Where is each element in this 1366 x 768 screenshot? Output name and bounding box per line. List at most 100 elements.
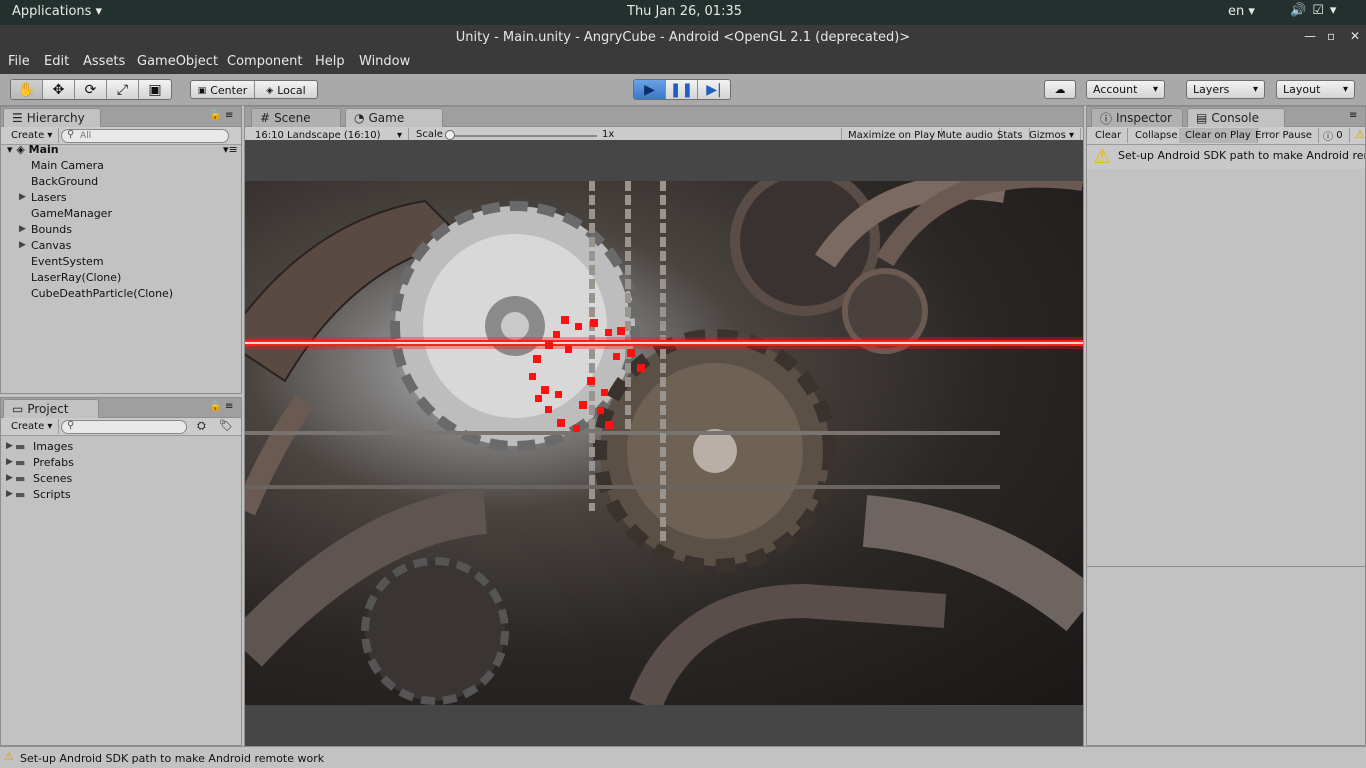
project-folder[interactable]: Prefabs [33,456,74,469]
account-dropdown[interactable]: Account [1086,80,1165,99]
info-count: 0 [1336,130,1343,141]
project-search-input[interactable] [61,420,187,434]
lock-icon[interactable]: 🔒 [209,110,221,121]
rect-tool-icon[interactable]: ▣ [139,80,171,99]
expand-arrow-icon[interactable]: ▶ [19,240,26,250]
scale-slider-handle[interactable] [445,130,455,140]
panel-menu-icon[interactable]: ≡ [225,401,233,412]
expand-arrow-icon[interactable]: ▶ [19,224,26,234]
pause-icon[interactable]: ❚❚ [666,80,698,99]
clear-button[interactable]: Clear [1089,128,1129,143]
chevron-down-icon[interactable]: ▾ [1330,3,1343,18]
hierarchy-item[interactable]: Bounds [31,223,72,236]
center-label: Center [210,84,248,97]
create-label: Create [11,130,45,141]
folder-icon: ▭ [12,402,24,416]
menu-window[interactable]: Window [359,54,410,69]
menu-help[interactable]: Help [315,54,345,69]
move-tool-icon[interactable]: ✥ [43,80,75,99]
console-panel: ⓘ Inspector ▤ Console ≡ Clear Collapse Cle… [1086,106,1366,746]
checkbox-icon[interactable]: ☑ [1312,3,1330,18]
expand-arrow-icon[interactable]: ▶ [6,457,13,467]
game-render[interactable] [245,181,1083,705]
clock[interactable]: Thu Jan 26, 01:35 [627,4,742,19]
status-warning-icon: ⚠ [4,750,14,763]
panel-menu-icon[interactable]: ≡ [225,110,233,121]
hierarchy-panel: ☰Hierarchy 🔒 ≡ Create ▾ All ▾ ◈ Main▾≡ M… [0,106,242,394]
project-tab-label: Project [27,402,69,416]
status-bar[interactable]: ⚠ Set-up Android SDK path to make Androi… [0,746,1366,768]
project-folder[interactable]: Scenes [33,472,72,485]
gear-bottom [361,557,509,705]
project-panel: ▭Project 🔒 ≡ Create ▾ ⛭ 🏷 ▶▬Images▶▬Pref… [0,397,242,746]
hierarchy-item[interactable]: CubeDeathParticle(Clone) [31,287,173,300]
hierarchy-item[interactable]: GameManager [31,207,112,220]
applications-menu[interactable]: Applications ▾ [12,4,102,19]
filter-type-icon[interactable]: ⛭ [197,419,206,433]
layers-dropdown[interactable]: Layers [1186,80,1265,99]
expand-arrow-icon[interactable]: ▶ [6,489,13,499]
maximize-icon[interactable]: ▫ [1327,29,1335,43]
hierarchy-item[interactable]: EventSystem [31,255,104,268]
menu-assets[interactable]: Assets [83,54,125,69]
window-title: Unity - Main.unity - AngryCube - Android… [455,30,911,45]
scale-tool-icon[interactable]: ⤢ [107,80,139,99]
expand-arrow-icon[interactable]: ▶ [6,441,13,451]
local-button[interactable]: ◈ Local [255,81,317,98]
lock-icon[interactable]: 🔒 [209,401,221,412]
clear-on-play-button[interactable]: Clear on Play [1179,128,1258,143]
scene-root[interactable]: ▾ ◈ Main ▾≡ [7,143,239,156]
cloud-button[interactable]: ☁ [1044,80,1076,99]
toolbar: ✋ ✥ ⟳ ⤢ ▣ ▣ Center ◈ Local ▶ ❚❚ ▶| ☁ Accou… [0,74,1366,106]
folder-icon: ▬ [15,456,26,469]
tab-console[interactable]: ▤ Console [1187,108,1285,127]
hierarchy-item[interactable]: BackGround [31,175,98,188]
language-indicator[interactable]: en ▾ [1228,4,1255,19]
tab-game[interactable]: ◔ Game [345,108,443,127]
console-splitter[interactable] [1087,566,1365,567]
error-pause-button[interactable]: Error Pause [1249,128,1319,143]
create-label: Create [11,421,45,432]
scale-slider-track[interactable] [447,135,597,137]
expand-arrow-icon[interactable]: ▶ [6,473,13,483]
hierarchy-item[interactable]: Lasers [31,191,67,204]
collapse-button[interactable]: Collapse [1129,128,1185,143]
tab-hierarchy[interactable]: ☰ Hierarchy [3,108,101,127]
play-icon[interactable]: ▶ [634,80,666,99]
menu-edit[interactable]: Edit [44,54,69,69]
center-button[interactable]: ▣ Center [191,81,255,98]
console-toolbar: Clear Collapse Clear on Play Error Pause… [1087,127,1365,145]
label-tag-icon[interactable]: 🏷 [219,419,233,432]
minimize-icon[interactable]: — [1304,29,1316,43]
hierarchy-search-input[interactable]: All [61,129,229,143]
menu-file[interactable]: File [8,54,30,69]
hierarchy-item[interactable]: LaserRay(Clone) [31,271,121,284]
tab-scene[interactable]: # Scene [251,108,341,127]
hierarchy-item[interactable]: Canvas [31,239,71,252]
tab-inspector[interactable]: ⓘ Inspector [1091,108,1183,127]
tab-project[interactable]: ▭ Project [3,399,99,418]
project-folder[interactable]: Images [33,440,73,453]
hierarchy-tabbar: ☰ Hierarchy 🔒 ≡ [1,107,241,127]
inspector-tab-label: Inspector [1116,111,1172,125]
hierarchy-create-button[interactable]: Create ▾ [5,128,60,143]
layout-dropdown[interactable]: Layout [1276,80,1355,99]
rotate-tool-icon[interactable]: ⟳ [75,80,107,99]
hierarchy-item[interactable]: Main Camera [31,159,104,172]
system-tray[interactable]: 🔊☑▾ [1290,3,1342,18]
project-folder[interactable]: Scripts [33,488,71,501]
volume-icon[interactable]: 🔊 [1290,3,1312,18]
panel-menu-icon[interactable]: ≡ [1349,110,1357,121]
close-icon[interactable]: ✕ [1350,29,1360,43]
menu-component[interactable]: Component [227,54,302,69]
step-icon[interactable]: ▶| [698,80,730,99]
warning-toggle-icon[interactable]: ⚠ [1355,128,1365,141]
hand-tool-icon[interactable]: ✋ [11,80,43,99]
project-create-button[interactable]: Create ▾ [5,419,60,434]
info-count-toggle[interactable]: ⓘ 0 [1317,128,1350,143]
scene-menu-icon[interactable]: ▾≡ [223,143,238,156]
expand-arrow-icon[interactable]: ▶ [19,192,26,202]
menu-gameobject[interactable]: GameObject [137,54,218,69]
console-entry[interactable]: ⚠ Set-up Android SDK path to make Androi… [1087,145,1365,169]
window-title-bar: Unity - Main.unity - AngryCube - Android… [0,25,1366,50]
